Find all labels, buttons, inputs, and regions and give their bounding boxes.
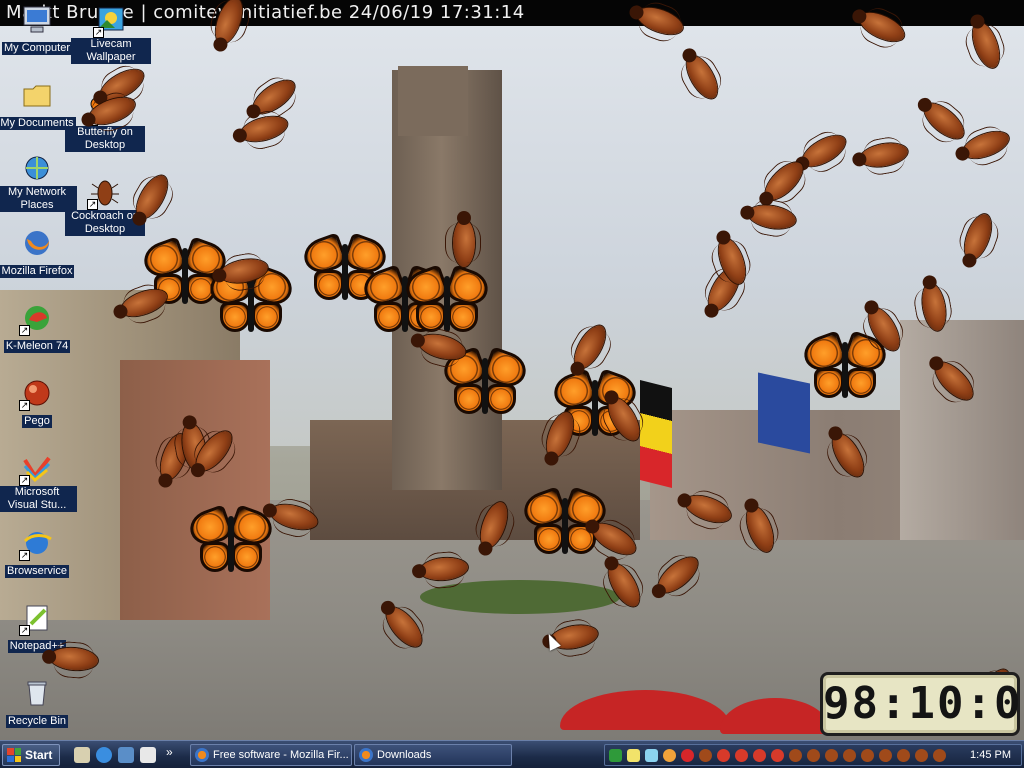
cockroach-sprite [49, 645, 99, 673]
shortcut-arrow-icon: ↗ [19, 475, 30, 486]
desktop-icon-label: Browservice [5, 565, 69, 578]
shortcut-arrow-icon: ↗ [19, 550, 30, 561]
tray-app-icon[interactable] [627, 749, 640, 762]
tray-app-icon[interactable] [717, 749, 730, 762]
tray-clock-app-icon[interactable] [681, 749, 694, 762]
desktop-icon-mozilla-firefox[interactable]: Mozilla Firefox [0, 227, 77, 279]
task-button-firefox[interactable]: Free software - Mozilla Fir... [190, 744, 352, 766]
tray-app-icon[interactable] [645, 749, 658, 762]
cockroach-icon[interactable] [807, 749, 820, 762]
tray-app-icon[interactable] [771, 749, 784, 762]
shortcut-arrow-icon: ↗ [93, 27, 104, 38]
system-tray: 1:45 PM [604, 744, 1022, 766]
cockroach-icon[interactable] [843, 749, 856, 762]
shortcut-arrow-icon: ↗ [19, 625, 30, 636]
livecam-icon: ↗ [93, 4, 127, 38]
tray-app-icon[interactable] [609, 749, 622, 762]
desktop-icon-label: Mozilla Firefox [0, 265, 75, 278]
start-button[interactable]: Start [2, 744, 60, 766]
cockroach-icon: ↗ [87, 176, 121, 210]
start-label: Start [25, 748, 53, 762]
cockroach-sprite [453, 219, 475, 267]
wallpaper-building [120, 360, 270, 620]
cockroach-icon[interactable] [861, 749, 874, 762]
desktop-clock: 98:10:09 [820, 672, 1024, 736]
cockroach-icon[interactable] [825, 749, 838, 762]
tray-clock[interactable]: 1:45 PM [970, 745, 1011, 766]
cockroach-sprite [858, 139, 910, 171]
task-button-label: Downloads [377, 749, 432, 761]
desktop-icon-k-meleon[interactable]: ↗ K-Meleon 74 [0, 302, 77, 354]
ie-icon[interactable] [96, 747, 112, 763]
butterfly-sprite [185, 504, 277, 578]
shortcut-arrow-icon: ↗ [19, 400, 30, 411]
firefox-icon [195, 748, 209, 762]
quick-launch-overflow-icon[interactable]: » [166, 745, 173, 759]
computer-icon [21, 4, 53, 36]
media-icon[interactable] [140, 747, 156, 763]
desktop: Markt Brugge | comitev initiatief.be 24/… [0, 0, 1024, 740]
taskbar: Start » Free software - Mozilla Fir... D… [0, 740, 1024, 768]
cockroach-icon[interactable] [933, 749, 946, 762]
task-button-downloads[interactable]: Downloads [354, 744, 512, 766]
desktop-icon-label: Pego [22, 415, 52, 428]
shortcut-arrow-icon: ↗ [19, 325, 30, 336]
desktop-icon-pego[interactable]: ↗ Pego [0, 377, 77, 429]
cockroach-icon[interactable] [699, 749, 712, 762]
recycle-bin-icon [21, 677, 53, 709]
cockroach-icon[interactable] [789, 749, 802, 762]
butterfly-sprite [401, 264, 493, 338]
shortcut-arrow-icon: ↗ [87, 199, 98, 210]
outlook-icon[interactable] [118, 747, 134, 763]
cockroach-sprite [218, 255, 270, 287]
browservice-icon: ↗ [19, 527, 53, 561]
windows-logo-icon [7, 748, 21, 762]
firefox-icon [21, 227, 53, 259]
wallpaper-building [900, 320, 1024, 540]
desktop-icon-label: My Computer [1, 42, 73, 55]
desktop-icon-label: Recycle Bin [5, 715, 69, 728]
desktop-icon-visual-studio[interactable]: ↗ Microsoft Visual Stu... [0, 452, 77, 513]
desktop-icon-label: Livecam Wallpaper [71, 38, 151, 64]
desktop-icon-label: Microsoft Visual Stu... [0, 486, 77, 512]
pego-icon: ↗ [19, 377, 53, 411]
task-button-label: Free software - Mozilla Fir... [213, 749, 349, 761]
tray-app-icon[interactable] [735, 749, 748, 762]
wallpaper-belgian-flag [640, 380, 672, 488]
wallpaper-belfry-top [398, 66, 468, 136]
visual-studio-icon: ↗ [19, 452, 53, 486]
tray-app-icon[interactable] [753, 749, 766, 762]
cockroach-sprite [419, 555, 469, 583]
desktop-icon-my-computer[interactable]: My Computer [0, 4, 77, 56]
cockroach-icon[interactable] [879, 749, 892, 762]
kmeleon-icon: ↗ [19, 302, 53, 336]
desktop-icon-livecam-wallpaper[interactable]: ↗ Livecam Wallpaper [71, 4, 151, 65]
firefox-icon [359, 748, 373, 762]
notepad-icon: ↗ [19, 602, 53, 636]
tray-app-icon[interactable] [663, 749, 676, 762]
network-icon [21, 152, 53, 184]
show-desktop-icon[interactable] [74, 747, 90, 763]
desktop-icon-label: K-Meleon 74 [3, 340, 71, 353]
desktop-icon-browservice[interactable]: ↗ Browservice [0, 527, 77, 579]
cockroach-icon[interactable] [897, 749, 910, 762]
cockroach-icon[interactable] [915, 749, 928, 762]
folder-icon [21, 79, 53, 111]
desktop-icon-recycle-bin[interactable]: Recycle Bin [0, 677, 77, 729]
